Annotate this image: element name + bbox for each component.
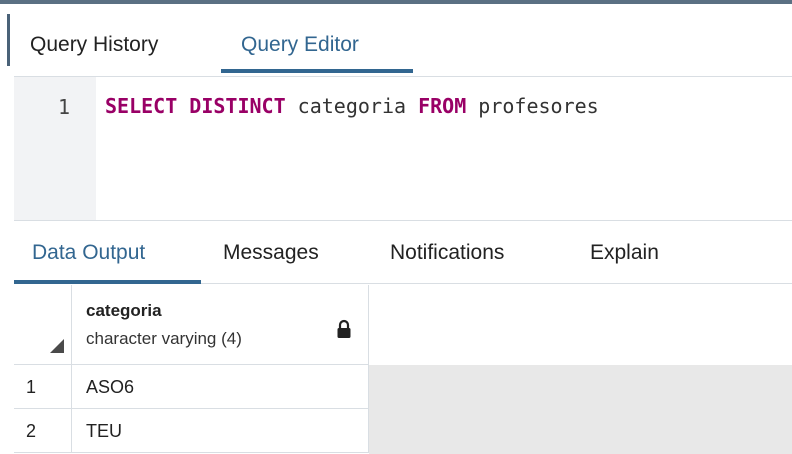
data-output-tab-indicator [14,280,201,284]
table-row[interactable]: 2 TEU [14,409,369,453]
sql-table-name: profesores [466,94,599,118]
grid-empty-band [369,365,792,454]
tab-messages[interactable]: Messages [223,222,319,284]
sql-keyword-from: FROM [418,94,467,118]
tab-notifications[interactable]: Notifications [390,222,504,284]
row-number: 2 [14,409,72,453]
table-cell[interactable]: TEU [72,409,369,453]
grid-empty-area [369,285,792,454]
grid-corner-select-all[interactable] [14,285,72,365]
top-bar [0,0,792,4]
panel-edge-marker [7,14,10,66]
column-header-categoria[interactable]: categoria character varying (4) [72,285,369,365]
column-name: categoria [86,301,162,320]
sql-keyword-select: SELECT [105,94,178,118]
sql-column-name: categoria [285,94,419,118]
query-editor-tab-indicator [221,69,413,73]
tab-data-output[interactable]: Data Output [32,222,145,284]
select-all-triangle-icon [50,339,64,353]
tab-explain[interactable]: Explain [590,222,659,284]
lock-icon [337,319,351,338]
sql-code-line[interactable]: SELECT DISTINCT categoria FROM profesore… [105,92,599,120]
tab-query-history[interactable]: Query History [30,14,158,76]
row-number: 1 [14,365,72,409]
column-type: character varying (4) [86,329,242,348]
sql-space [177,94,189,118]
query-tab-bar: Query History Query Editor [14,14,792,76]
sql-keyword-distinct: DISTINCT [189,94,286,118]
line-number: 1 [57,95,70,119]
results-grid: categoria character varying (4) 1 ASO6 2… [14,285,792,454]
output-tab-bar: Data Output Messages Notifications Expla… [14,222,792,284]
window-top-border [0,0,792,8]
tab-query-editor[interactable]: Query Editor [241,14,359,76]
table-row[interactable]: 1 ASO6 [14,365,369,409]
table-cell[interactable]: ASO6 [72,365,369,409]
sql-editor[interactable]: 1 SELECT DISTINCT categoria FROM profeso… [14,76,792,221]
line-number-gutter: 1 [14,77,96,220]
